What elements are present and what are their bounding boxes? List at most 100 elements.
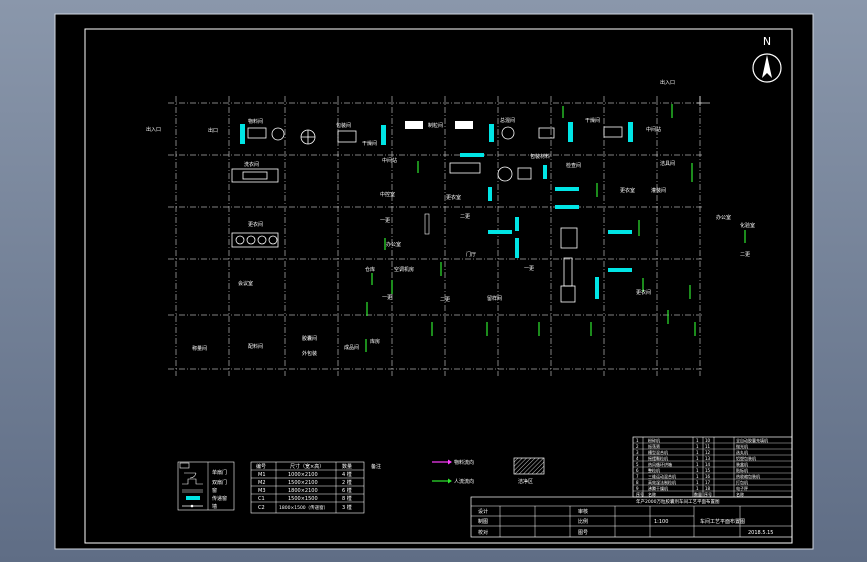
eq-cell: 振荡筛: [648, 443, 660, 449]
table-cell: 6 樘: [342, 487, 352, 494]
room-label: 成品间: [344, 344, 359, 351]
equipment-icon: [488, 187, 492, 201]
title-cell: 校对: [478, 529, 488, 536]
table-header: 编号: [256, 463, 266, 470]
room-label: 二更: [440, 297, 450, 303]
room-label: 更衣室: [446, 194, 461, 201]
eq-cell: 整粒机: [648, 467, 660, 473]
room-label: 二更: [740, 252, 750, 258]
equipment-icon: [543, 165, 547, 179]
eq-cell: 全自动胶囊充填机: [736, 437, 768, 443]
table-cell: M1: [258, 472, 266, 478]
eq-cell: 10: [705, 438, 711, 443]
room-label: 二更: [460, 214, 470, 220]
equipment-icon: [595, 277, 599, 299]
eq-cell: 17: [705, 480, 711, 485]
eq-cell: 装盒机: [736, 461, 748, 467]
table-header: 数量: [342, 463, 352, 470]
title-cell: 制图: [478, 518, 488, 525]
room-label: 出口: [208, 127, 218, 134]
equipment-icon: [555, 187, 579, 191]
legend-symbol-label: 墙: [212, 503, 217, 510]
room-label: 更衣室: [620, 187, 635, 194]
title-project: 年产2000万粒胶囊剂车间工艺平面布置图: [636, 498, 720, 505]
table-cell: 1800×2100: [288, 488, 318, 494]
equipment-icon: [608, 230, 632, 234]
title-cell: 设计: [478, 508, 488, 515]
eq-cell: 热收缩包装机: [736, 473, 760, 479]
legend-symbol-label: 双扇门: [212, 479, 227, 486]
flow-legend-label: 人流流向: [454, 478, 474, 485]
legend-symbol-label: 窗: [212, 487, 217, 494]
equipment-icon: [608, 268, 632, 272]
table-side-label: 备注: [371, 463, 381, 470]
eq-cell: 沸腾干燥机: [648, 485, 668, 491]
eq-header: 序号: [636, 491, 644, 497]
flow-legend-label: 物料流向: [454, 459, 474, 466]
room-label: 包装间: [336, 122, 351, 129]
equipment-icon: [628, 122, 633, 142]
table-cell: 4 樘: [342, 471, 352, 478]
eq-cell: 11: [705, 444, 711, 449]
eq-cell: 打包机: [736, 479, 748, 485]
room-label: 中间站: [382, 157, 397, 164]
room-label: 化验室: [740, 222, 755, 229]
title-cell: 1:100: [654, 519, 668, 525]
eq-cell: 粉碎机: [648, 437, 660, 443]
room-label: 一更: [380, 218, 390, 224]
drawing-date: 2018.5.15: [748, 530, 773, 536]
eq-header: 数量: [694, 491, 702, 497]
room-label: 空调机房: [394, 266, 414, 273]
equipment-icon: [460, 153, 484, 157]
equipment-icon: [381, 125, 386, 145]
legend-symbol-label: 单扇门: [212, 469, 227, 476]
room-label: 办公室: [716, 214, 731, 221]
room-label: 一更: [382, 295, 392, 301]
equipment-icon: [455, 121, 473, 129]
eq-header: 名称: [736, 491, 744, 497]
table-cell: 8 樘: [342, 495, 352, 502]
eq-cell: 电子秤: [736, 485, 748, 491]
eq-cell: 15: [705, 468, 711, 473]
room-label: 干燥间: [585, 117, 600, 124]
title-cell: 比例: [578, 518, 588, 525]
wall-icon-marker: [190, 504, 194, 508]
eq-cell: 16: [705, 474, 711, 479]
room-label: 办公室: [386, 241, 401, 248]
table-cell: 1500×1500: [288, 496, 318, 502]
equipment-icon: [568, 122, 573, 142]
room-label: 称量间: [192, 345, 207, 352]
equipment-icon: [555, 205, 579, 209]
equipment-icon: [489, 124, 494, 142]
room-label: 中间站: [646, 126, 661, 133]
table-cell: 1800×1500（传递窗）: [279, 504, 328, 511]
room-label: 门厅: [466, 251, 476, 258]
air-lock-icon: [186, 496, 200, 500]
compass-label: N: [763, 35, 771, 48]
room-label: 总混间: [500, 117, 515, 124]
room-label: 包装材料: [530, 153, 550, 160]
room-label: 配料间: [248, 343, 263, 350]
room-label: 出入口: [146, 126, 161, 133]
table-cell: M3: [258, 488, 266, 494]
table-cell: 1500×2100: [288, 480, 318, 486]
room-label: 会议室: [238, 280, 253, 287]
room-label: 中控室: [380, 191, 395, 198]
room-label: 灌装间: [651, 187, 666, 194]
clean-area-hatch: [513, 457, 545, 475]
room-label: 仓库: [365, 266, 375, 273]
equipment-icon: [240, 124, 245, 144]
eq-cell: 13: [705, 456, 711, 461]
eq-cell: 14: [705, 462, 711, 467]
paper-sheet: [54, 13, 814, 550]
drawing-title: 车间工艺平面布置图: [700, 518, 745, 525]
eq-cell: 12: [705, 450, 711, 455]
table-cell: C1: [258, 496, 265, 502]
room-label: 干燥间: [362, 140, 377, 147]
equipment-icon: [515, 238, 519, 258]
room-label: 外包装: [302, 350, 317, 357]
cad-canvas: N 出入口 出入口 出口 物料间 包装间 干燥间 制粒间 总混间 干燥间 中间站…: [54, 13, 814, 550]
room-label: 检查间: [566, 162, 581, 169]
equipment-icon: [515, 217, 519, 231]
table-cell: 1000×2100: [288, 472, 318, 478]
